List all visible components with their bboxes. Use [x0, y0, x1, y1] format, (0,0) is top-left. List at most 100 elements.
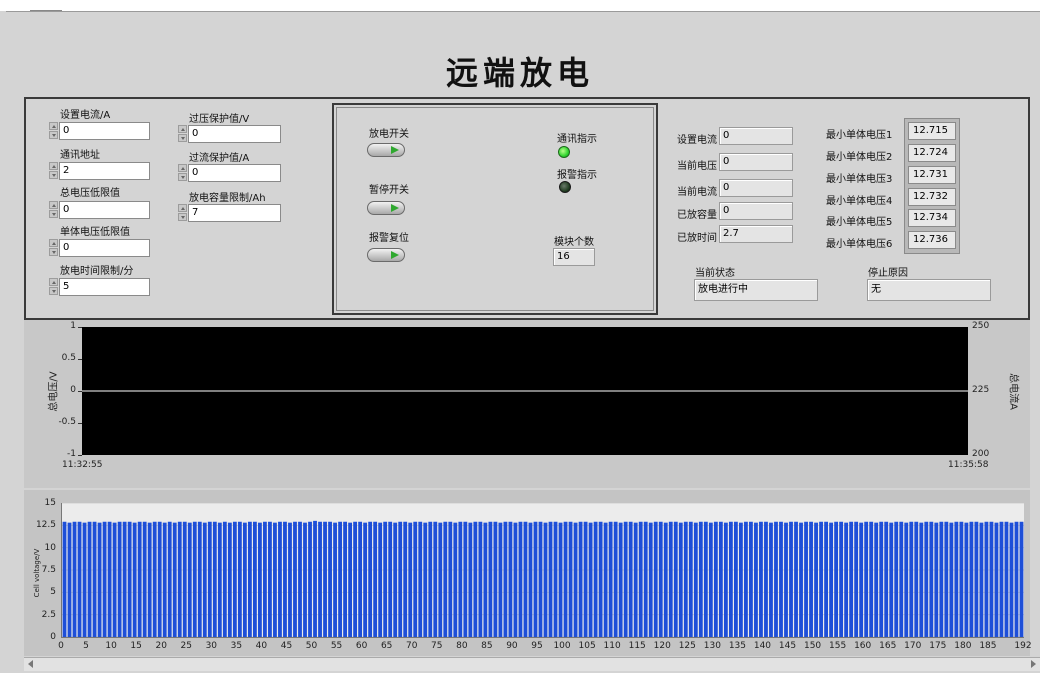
scroll-right-arrow-icon[interactable]	[1031, 660, 1036, 668]
decrement-arrow-icon[interactable]	[178, 173, 187, 181]
increment-arrow-icon[interactable]	[178, 164, 187, 172]
cell-voltage-bar	[488, 521, 493, 637]
cell-voltage-bar	[869, 521, 874, 637]
readout-capacity: 0	[719, 202, 793, 220]
switch-led-icon	[391, 251, 399, 259]
cell-voltage-bar	[969, 521, 974, 637]
stepper-overvoltage[interactable]	[178, 125, 188, 143]
cell-x-tick-label: 100	[553, 641, 571, 651]
pause-switch-label: 暂停开关	[369, 185, 409, 196]
cell-voltage-bar	[473, 521, 478, 637]
cell-voltage-bar	[393, 522, 398, 637]
cell-voltage-bar	[889, 522, 894, 637]
pause-switch[interactable]	[367, 201, 405, 215]
min-cell-value-3: 12.731	[908, 166, 956, 184]
increment-arrow-icon[interactable]	[49, 239, 58, 247]
cell-voltage-bar	[723, 522, 728, 637]
increment-arrow-icon[interactable]	[49, 122, 58, 130]
decrement-arrow-icon[interactable]	[49, 287, 58, 295]
setting-cell-voltage-low-input[interactable]: 0	[59, 239, 150, 257]
cell-voltage-bar	[839, 521, 844, 637]
cell-x-tick-label: 150	[803, 641, 822, 651]
cell-voltage-bar	[779, 521, 783, 637]
cell-voltage-bar	[428, 521, 433, 637]
current-state-display: 放电进行中	[694, 279, 818, 301]
window-top-bar	[0, 0, 1040, 12]
cell-x-tick-label: 110	[603, 641, 621, 651]
min-cell-value-1: 12.715	[908, 122, 956, 140]
setting-address-input[interactable]: 2	[59, 162, 150, 180]
stepper-capacity-limit[interactable]	[178, 204, 188, 222]
cell-voltage-bar	[162, 522, 167, 637]
cell-voltage-bar	[278, 521, 282, 637]
voltage-tick-label: 0.5	[61, 353, 76, 363]
cell-voltage-bar	[663, 522, 668, 637]
cell-voltage-bar	[232, 521, 237, 637]
current-tick-label: 200	[972, 449, 990, 459]
cell-voltage-bar	[824, 521, 828, 637]
stepper-cell-voltage-low[interactable]	[49, 239, 59, 257]
stepper-current[interactable]	[49, 122, 59, 140]
cell-voltage-bar	[343, 521, 347, 637]
cell-voltage-bar	[769, 522, 773, 637]
setting-capacity-limit-input[interactable]: 7	[188, 204, 281, 222]
readout-voltage: 0	[719, 153, 793, 171]
setting-time-limit-input[interactable]: 5	[59, 278, 150, 296]
cell-voltage-bar	[212, 521, 217, 637]
cell-voltage-bar	[703, 521, 708, 637]
increment-arrow-icon[interactable]	[49, 278, 58, 286]
module-count-label: 模块个数	[554, 237, 594, 248]
cell-voltage-bar	[368, 521, 373, 637]
cell-voltage-bar	[328, 521, 332, 637]
current-axis-label: 总电流A	[1007, 373, 1019, 410]
decrement-arrow-icon[interactable]	[49, 248, 58, 256]
cell-y-tick-label: 7.5	[41, 565, 56, 575]
cell-x-tick-label: 85	[481, 641, 493, 651]
increment-arrow-icon[interactable]	[178, 125, 187, 133]
current-tick-label: 225	[972, 385, 990, 395]
cell-x-tick-label: 125	[678, 641, 696, 651]
setting-total-voltage-low-input[interactable]: 0	[59, 201, 150, 219]
stepper-total-voltage-low[interactable]	[49, 201, 59, 219]
discharge-switch[interactable]	[367, 143, 405, 157]
increment-arrow-icon[interactable]	[178, 204, 187, 212]
stepper-time-limit[interactable]	[49, 278, 59, 296]
cell-voltage-bar	[608, 521, 613, 637]
setting-overvoltage-input[interactable]: 0	[188, 125, 281, 143]
cell-x-tick-label: 45	[280, 641, 293, 651]
cell-x-tick-label: 80	[456, 641, 468, 651]
switch-led-icon	[391, 204, 399, 212]
horizontal-scrollbar[interactable]	[24, 657, 1040, 671]
cell-voltage-bar	[453, 522, 458, 637]
cell-voltage-bar	[804, 521, 808, 637]
cell-voltage-bar	[147, 522, 152, 637]
cell-voltage-bar	[693, 522, 698, 637]
cell-voltage-bar	[313, 520, 317, 637]
x-end-time: 11:35:58	[948, 460, 989, 470]
cell-voltage-bar	[518, 521, 523, 637]
decrement-arrow-icon[interactable]	[178, 134, 187, 142]
increment-arrow-icon[interactable]	[49, 162, 58, 170]
alarm-reset-button[interactable]	[367, 248, 405, 262]
decrement-arrow-icon[interactable]	[178, 213, 187, 221]
setting-overcurrent-input[interactable]: 0	[188, 164, 281, 182]
scroll-left-arrow-icon[interactable]	[28, 660, 33, 668]
cell-voltage-bar	[252, 521, 257, 637]
decrement-arrow-icon[interactable]	[49, 171, 58, 179]
cell-x-tick-label: 105	[578, 641, 596, 651]
readout-current: 0	[719, 179, 793, 197]
decrement-arrow-icon[interactable]	[49, 210, 58, 218]
setting-current-input[interactable]: 0	[59, 122, 150, 140]
cell-x-tick-label: 185	[979, 641, 997, 651]
stepper-address[interactable]	[49, 162, 59, 180]
cell-voltage-bar	[117, 521, 122, 637]
decrement-arrow-icon[interactable]	[49, 131, 58, 139]
cell-x-tick-label: 155	[829, 641, 847, 651]
cell-voltage-bar	[192, 521, 197, 637]
y-axis-title-right: 总电流A	[1003, 360, 1023, 420]
increment-arrow-icon[interactable]	[49, 201, 58, 209]
stepper-overcurrent[interactable]	[178, 164, 188, 182]
min-cell-label-3: 最小单体电压3	[826, 174, 893, 185]
readout-label-time: 已放时间	[677, 233, 717, 244]
cell-voltage-bar	[348, 522, 353, 637]
